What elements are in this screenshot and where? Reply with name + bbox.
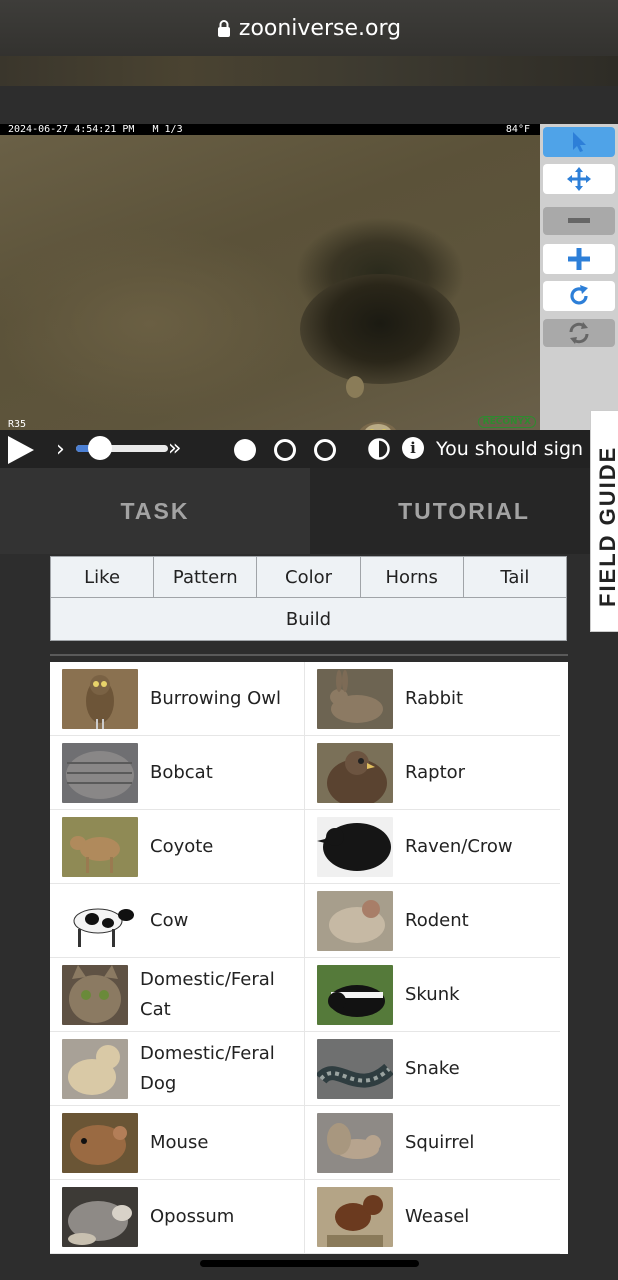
species-choice-squirrel[interactable]: Squirrel <box>305 1106 560 1180</box>
species-choice-snake[interactable]: Snake <box>305 1032 560 1106</box>
species-choice-weasel[interactable]: Weasel <box>305 1180 560 1254</box>
filter-pattern-button[interactable]: Pattern <box>153 556 257 598</box>
camera-id: R35 <box>8 419 27 430</box>
tab-task[interactable]: TASK <box>0 468 310 554</box>
camera-brand: RECONYX <box>477 416 536 428</box>
field-guide-tab[interactable]: FIELD GUIDE <box>590 410 618 632</box>
mouse-thumbnail <box>62 1112 138 1173</box>
reset-icon <box>569 322 589 344</box>
rodent-thumbnail <box>317 890 393 951</box>
raven-thumbnail <box>317 816 393 877</box>
frame-slider[interactable] <box>76 436 168 460</box>
zoom-out-button[interactable] <box>543 207 615 235</box>
species-choice-dog[interactable]: Domestic/Feral Dog <box>50 1032 305 1106</box>
pointer-icon <box>573 132 586 152</box>
move-tool-button[interactable] <box>543 164 615 194</box>
species-choice-rabbit[interactable]: Rabbit <box>305 662 560 736</box>
url-text: zooniverse.org <box>238 15 402 41</box>
rabbit-thumbnail <box>317 668 393 729</box>
task-tabs: TASK TUTORIAL <box>0 468 618 554</box>
species-label: Domestic/Feral Cat <box>140 968 275 1020</box>
divider <box>50 654 568 656</box>
species-choice-owl[interactable]: Burrowing Owl <box>50 662 305 736</box>
species-choice-rodent[interactable]: Rodent <box>305 884 560 958</box>
home-indicator <box>200 1260 419 1267</box>
lock-icon <box>217 20 230 37</box>
species-choice-mouse[interactable]: Mouse <box>50 1106 305 1180</box>
species-label: Bobcat <box>150 761 213 783</box>
opossum-thumbnail <box>62 1186 138 1247</box>
species-label: Squirrel <box>405 1131 475 1153</box>
subject-image[interactable]: 2024-06-27 4:54:21 PM M 1/3 84°F R35 RECO… <box>0 124 540 430</box>
species-choice-cow[interactable]: Cow <box>50 884 305 958</box>
squirrel-thumbnail <box>317 1112 393 1173</box>
image-toolbar <box>540 124 618 430</box>
species-label: Mouse <box>150 1131 209 1153</box>
filter-tail-button[interactable]: Tail <box>462 556 568 598</box>
frame-dot-1[interactable] <box>234 439 256 461</box>
rotate-button[interactable] <box>543 281 615 311</box>
zoom-in-icon <box>568 248 590 270</box>
signin-notice[interactable]: You should sign <box>436 438 583 460</box>
play-icon[interactable] <box>6 436 36 464</box>
filter-horns-button[interactable]: Horns <box>359 556 463 598</box>
species-label: Opossum <box>150 1205 235 1227</box>
cow-thumbnail <box>62 890 138 951</box>
species-label: Coyote <box>150 835 214 857</box>
species-choice-coyote[interactable]: Coyote <box>50 810 305 884</box>
zoom-in-button[interactable] <box>543 244 615 274</box>
fast-forward-icon[interactable]: » <box>168 438 181 460</box>
species-label: Domestic/Feral Dog <box>140 1042 275 1094</box>
species-label: Rabbit <box>405 687 464 709</box>
cat-thumbnail <box>62 964 128 1025</box>
species-label: Burrowing Owl <box>150 687 282 709</box>
zoom-out-icon <box>568 218 590 223</box>
snake-thumbnail <box>317 1038 393 1099</box>
reset-button[interactable] <box>543 319 615 347</box>
coyote-thumbnail <box>62 816 138 877</box>
weasel-thumbnail <box>317 1186 393 1247</box>
info-icon[interactable]: i <box>402 437 424 459</box>
species-choice-raptor[interactable]: Raptor <box>305 736 560 810</box>
field-guide-label: FIELD GUIDE <box>595 445 618 607</box>
filter-color-button[interactable]: Color <box>256 556 360 598</box>
species-label: Weasel <box>405 1205 470 1227</box>
species-label: Raven/Crow <box>405 835 513 857</box>
tab-tutorial[interactable]: TUTORIAL <box>310 468 618 554</box>
page-banner <box>0 56 618 86</box>
filter-bar: Like Pattern Color Horns Tail Build <box>50 556 568 641</box>
camera-stamp: 2024-06-27 4:54:21 PM M 1/3 84°F <box>0 124 540 135</box>
filter-build-button[interactable]: Build <box>50 598 567 641</box>
species-label: Skunk <box>405 983 460 1005</box>
raptor-thumbnail <box>317 742 393 803</box>
skunk-thumbnail <box>317 964 393 1025</box>
slider-thumb[interactable] <box>88 436 112 460</box>
species-choice-list: Burrowing Owl Rabbit Bobcat Raptor Coyote Rav… <box>50 662 568 1254</box>
species-label: Rodent <box>405 909 469 931</box>
dog-thumbnail <box>62 1038 128 1099</box>
bobcat-thumbnail <box>62 742 138 803</box>
species-choice-opossum[interactable]: Opossum <box>50 1180 305 1254</box>
species-label: Snake <box>405 1057 460 1079</box>
rotate-icon <box>570 285 588 305</box>
contrast-icon[interactable] <box>368 438 390 460</box>
filter-like-button[interactable]: Like <box>50 556 154 598</box>
owl-thumbnail <box>62 668 138 729</box>
move-icon <box>567 167 591 191</box>
species-choice-bobcat[interactable]: Bobcat <box>50 736 305 810</box>
subject-controls: › » i You should sign <box>0 430 618 468</box>
frame-dot-2[interactable] <box>274 439 296 461</box>
browser-url-bar[interactable]: zooniverse.org <box>0 0 618 56</box>
species-choice-raven[interactable]: Raven/Crow <box>305 810 560 884</box>
species-choice-cat[interactable]: Domestic/Feral Cat <box>50 958 305 1032</box>
step-forward-icon[interactable]: › <box>56 439 65 461</box>
species-label: Raptor <box>405 761 466 783</box>
species-choice-skunk[interactable]: Skunk <box>305 958 560 1032</box>
species-label: Cow <box>150 909 189 931</box>
burrowing-owl-figure <box>346 376 397 430</box>
frame-dot-3[interactable] <box>314 439 336 461</box>
pointer-tool-button[interactable] <box>543 127 615 157</box>
